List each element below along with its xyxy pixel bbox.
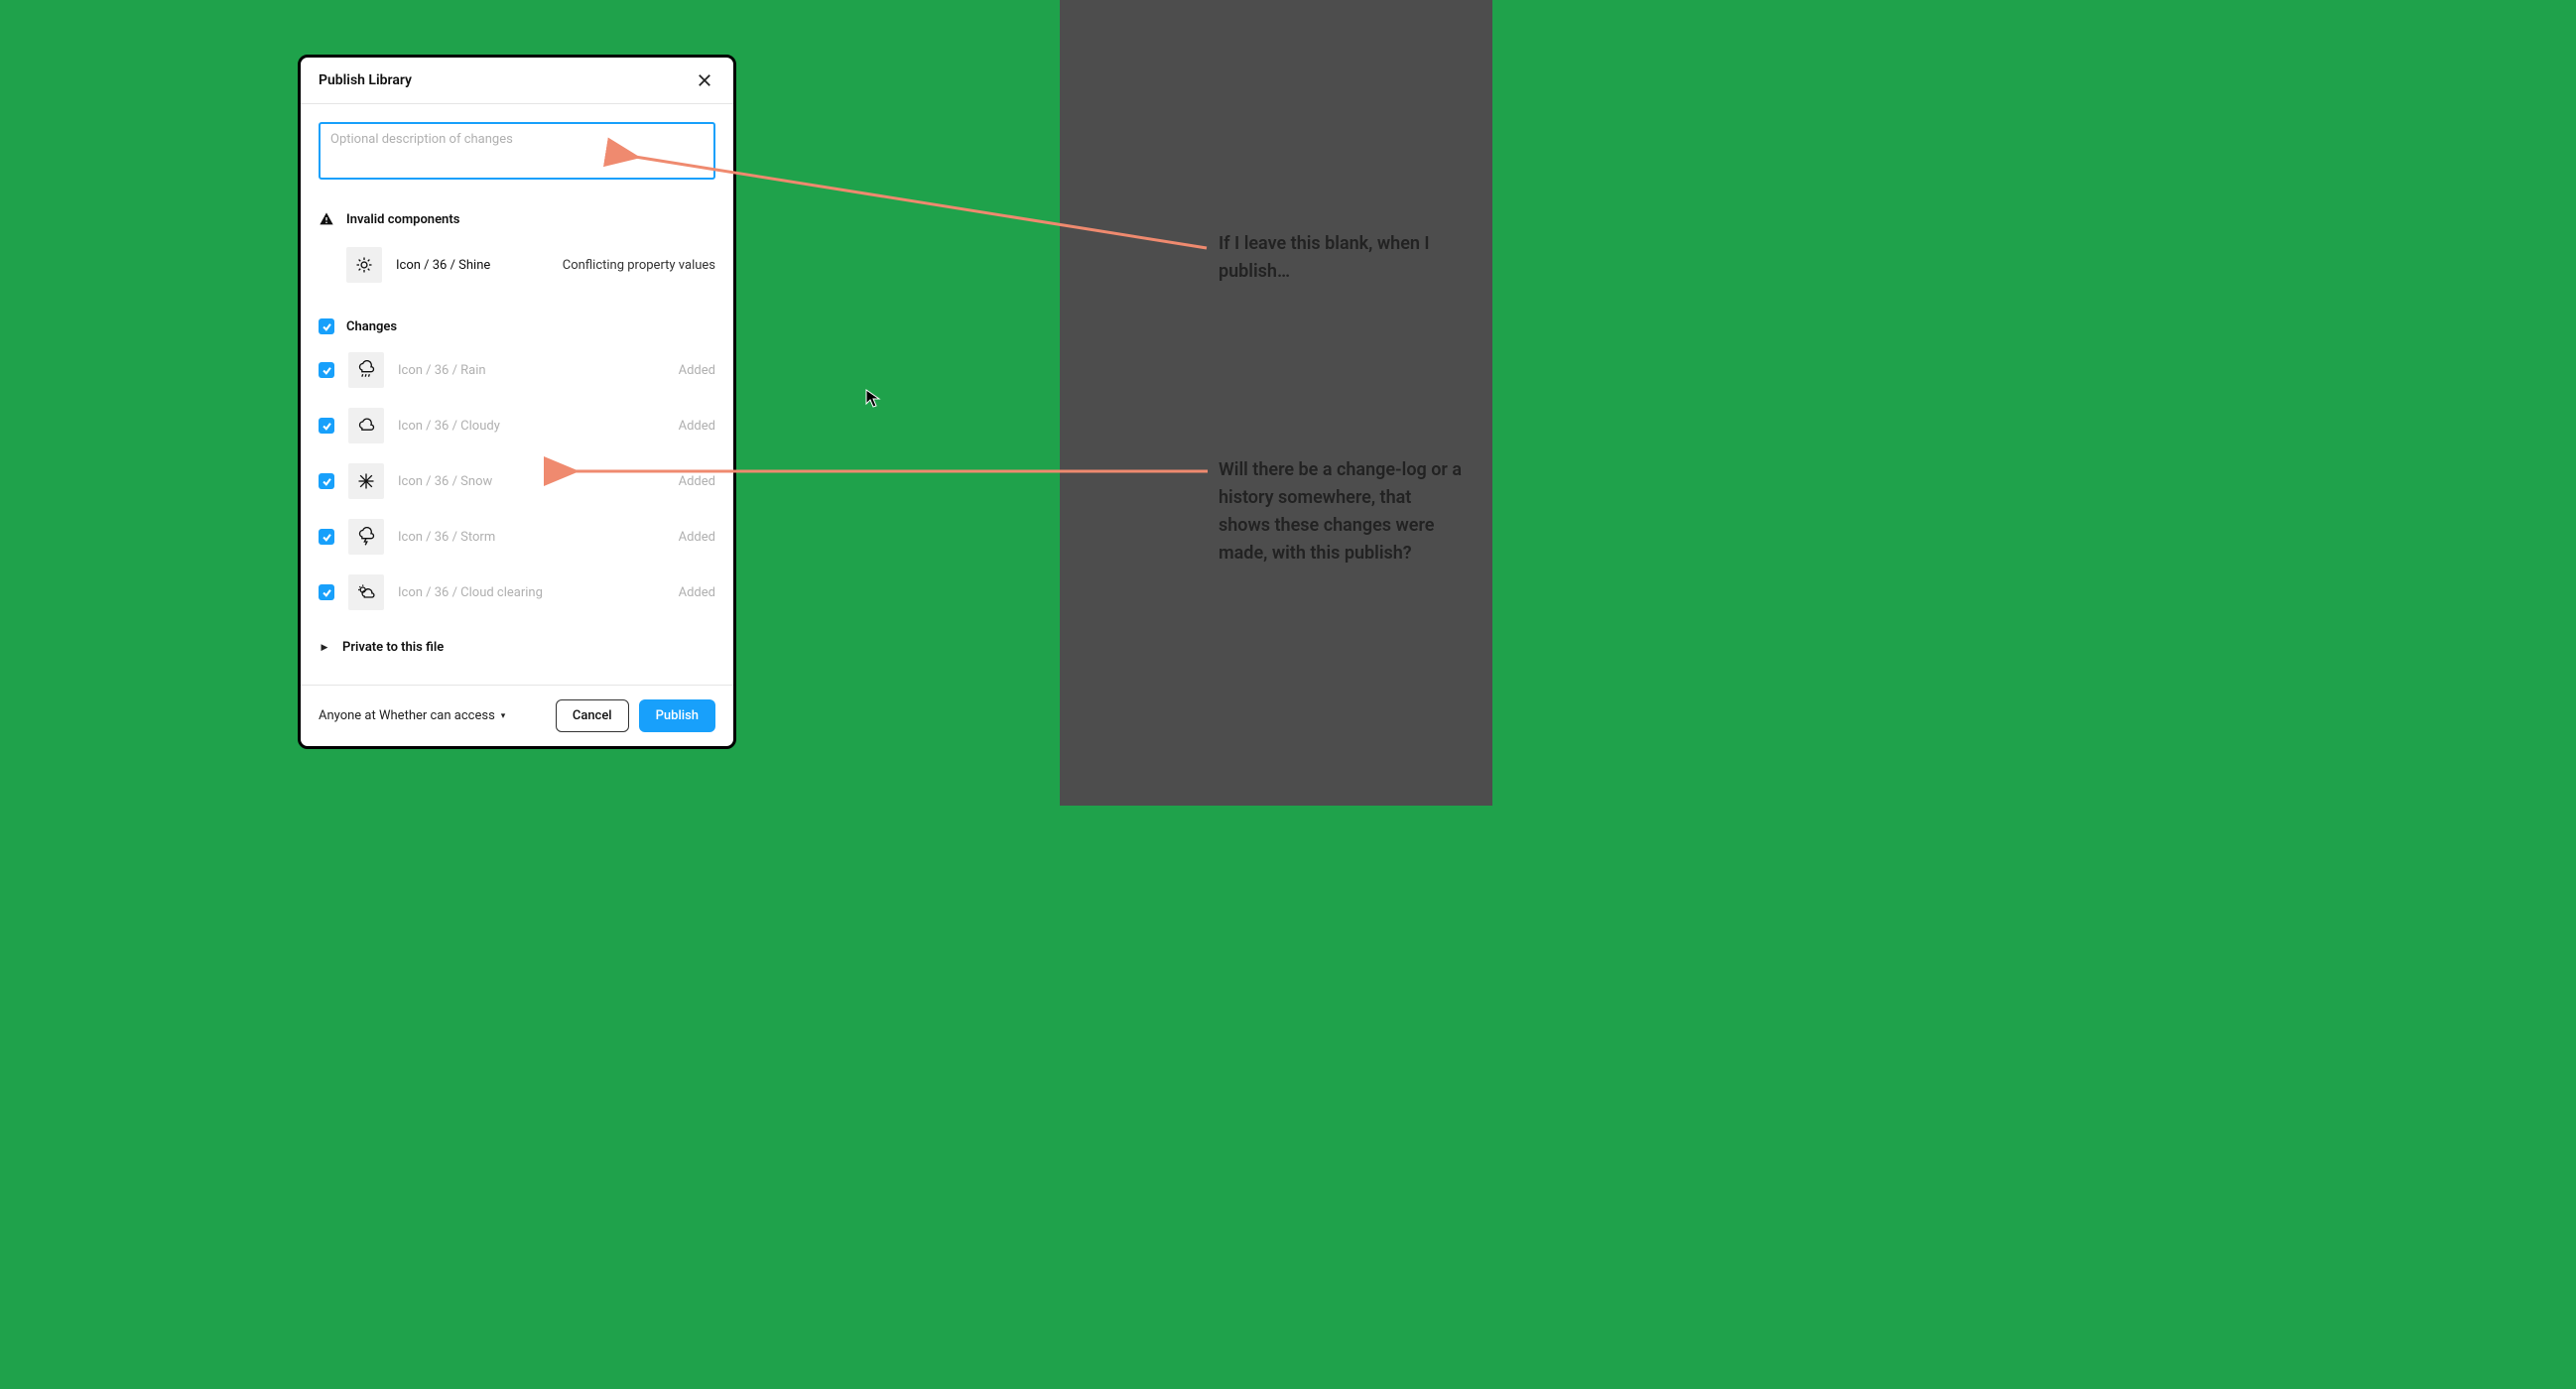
change-row[interactable]: Icon / 36 / Cloudy Added [319,398,715,453]
cancel-button[interactable]: Cancel [556,699,629,732]
changes-heading-row: Changes [319,301,715,342]
mouse-cursor-icon [865,389,881,409]
change-checkbox[interactable] [319,473,334,489]
invalid-component-name: Icon / 36 / Shine [396,258,549,273]
publish-library-dialog: Publish Library Invalid components [298,55,736,749]
invalid-component-reason: Conflicting property values [563,258,715,273]
change-status: Added [679,530,715,545]
private-to-file-label: Private to this file [342,640,444,655]
change-checkbox[interactable] [319,529,334,545]
snow-icon [348,463,384,499]
change-status: Added [679,419,715,434]
change-row[interactable]: Icon / 36 / Snow Added [319,453,715,509]
change-status: Added [679,474,715,489]
change-row[interactable]: Icon / 36 / Storm Added [319,509,715,565]
change-row[interactable]: Icon / 36 / Cloud clearing Added [319,565,715,620]
rain-icon [348,352,384,388]
change-row[interactable]: Icon / 36 / Rain Added [319,342,715,398]
changes-select-all-checkbox[interactable] [319,318,334,334]
change-name: Icon / 36 / Rain [398,363,665,378]
dialog-body: Invalid components Icon / 36 / Shine Con… [301,104,733,685]
shine-icon [346,247,382,283]
access-dropdown[interactable]: Anyone at Whether can access ▾ [319,708,505,723]
change-name: Icon / 36 / Snow [398,474,665,489]
close-icon [698,73,711,87]
change-status: Added [679,363,715,378]
dialog-title: Publish Library [319,72,412,88]
annotations-panel [1060,0,1492,806]
description-input[interactable] [319,122,715,180]
changes-label: Changes [346,319,397,334]
storm-icon [348,519,384,555]
change-checkbox[interactable] [319,362,334,378]
change-name: Icon / 36 / Cloud clearing [398,585,665,600]
chevron-down-icon: ▾ [501,711,506,721]
dialog-footer: Anyone at Whether can access ▾ Cancel Pu… [301,685,733,746]
change-name: Icon / 36 / Cloudy [398,419,665,434]
cloud-clearing-icon [348,574,384,610]
invalid-components-heading-row: Invalid components [319,193,715,235]
access-label: Anyone at Whether can access [319,708,495,723]
publish-button[interactable]: Publish [639,699,715,732]
change-name: Icon / 36 / Storm [398,530,665,545]
invalid-component-row[interactable]: Icon / 36 / Shine Conflicting property v… [319,235,715,301]
cloudy-icon [348,408,384,443]
change-checkbox[interactable] [319,418,334,434]
close-button[interactable] [694,69,715,91]
invalid-components-label: Invalid components [346,212,459,227]
dialog-header: Publish Library [301,58,733,104]
change-checkbox[interactable] [319,584,334,600]
warning-icon [319,211,334,227]
annotation-blank-description: If I leave this blank, when I publish… [1219,230,1467,286]
change-status: Added [679,585,715,600]
annotation-changelog-question: Will there be a change-log or a history … [1219,456,1467,568]
private-to-file-toggle[interactable]: ▶ Private to this file [319,620,715,671]
chevron-right-icon: ▶ [319,643,330,653]
